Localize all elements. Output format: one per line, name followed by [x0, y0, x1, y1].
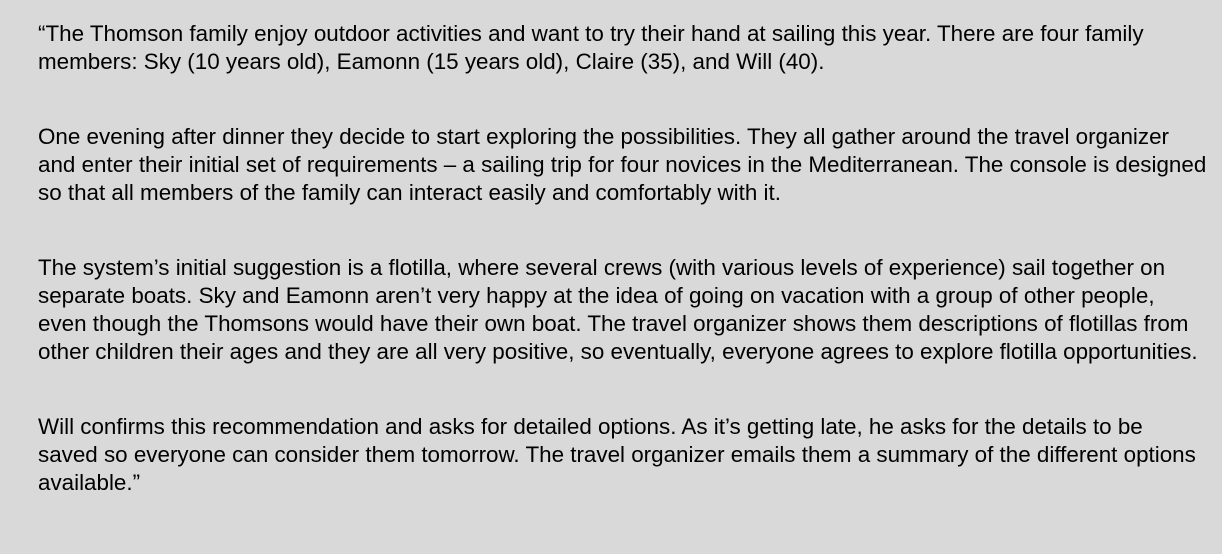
page: { "document": { "paragraphs": [ "“The Th… — [0, 0, 1222, 554]
scenario-text: “The Thomson family enjoy outdoor activi… — [38, 20, 1208, 497]
paragraph-family-intro: “The Thomson family enjoy outdoor activi… — [38, 21, 1144, 74]
paragraph-flotilla-suggestion: The system’s initial suggestion is a flo… — [38, 255, 1198, 364]
paragraph-save-details: Will confirms this recommendation and as… — [38, 414, 1196, 495]
paragraph-requirements: One evening after dinner they decide to … — [38, 124, 1207, 205]
